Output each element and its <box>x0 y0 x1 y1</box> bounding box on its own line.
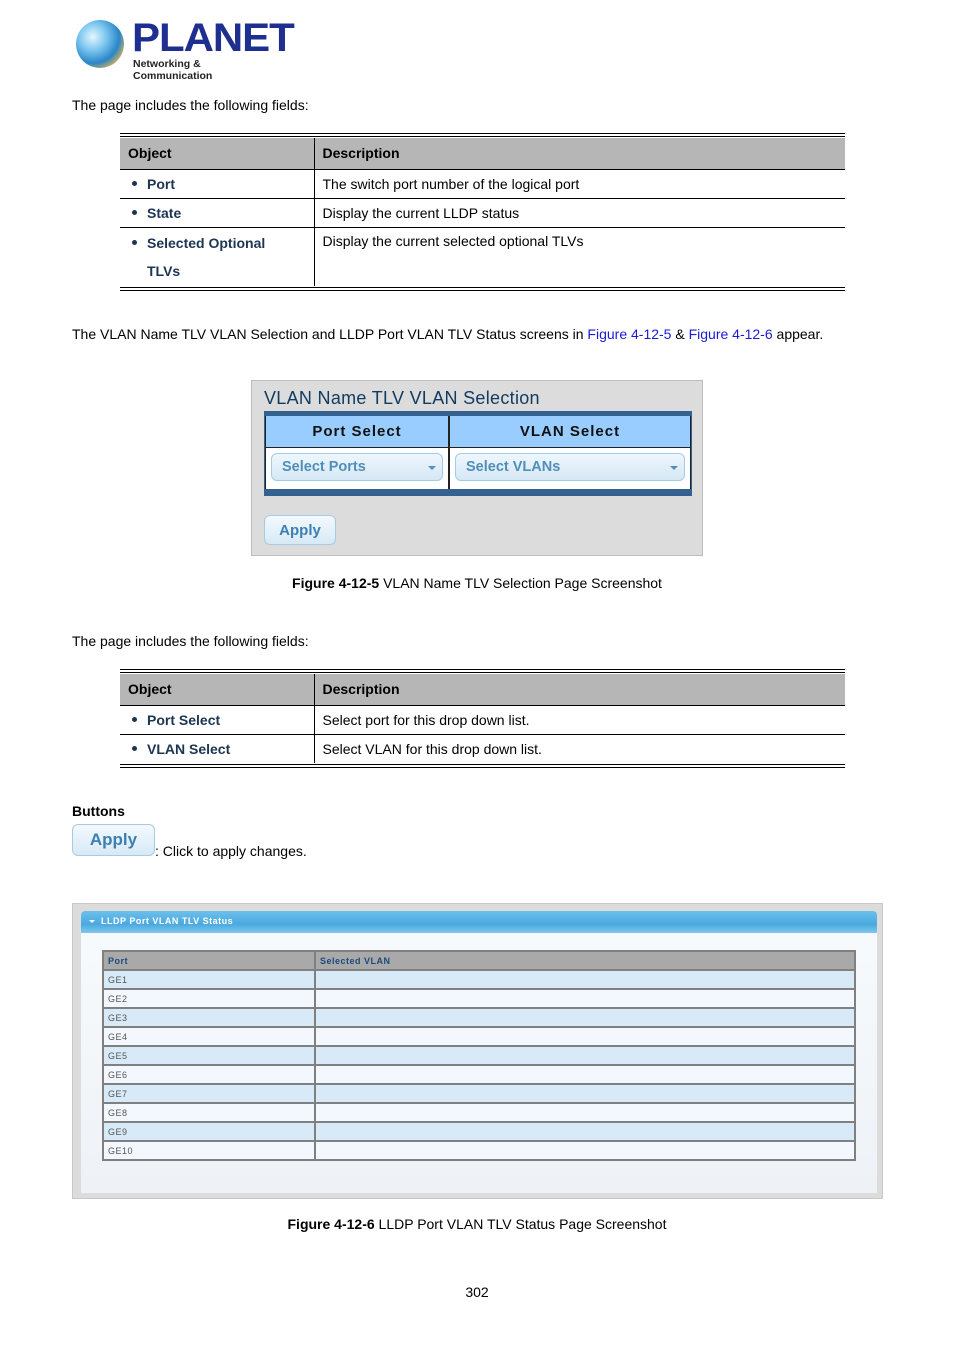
object-description: Select port for this drop down list. <box>314 704 845 734</box>
object-description: Display the current LLDP status <box>314 197 845 227</box>
port-cell: GE3 <box>102 1007 316 1028</box>
apply-button[interactable]: Apply <box>264 515 336 545</box>
object-description: The switch port number of the logical po… <box>314 168 845 198</box>
selected-vlan-cell <box>314 1083 856 1104</box>
figure-caption-5: Figure 4-12-5 VLAN Name TLV Selection Pa… <box>0 575 954 591</box>
selected-vlan-cell <box>314 1140 856 1161</box>
apply-description: : Click to apply changes. <box>155 843 307 859</box>
port-cell: GE8 <box>102 1102 316 1123</box>
table-row: GE8 <box>102 1102 856 1123</box>
object-name: Port Select <box>147 711 221 728</box>
buttons-heading: Buttons <box>72 803 125 819</box>
table-row: GE7 <box>102 1083 856 1104</box>
panel-title: VLAN Name TLV VLAN Selection <box>264 388 540 408</box>
object-name: Port <box>147 175 175 192</box>
header-description: Description <box>314 138 845 169</box>
port-cell: GE6 <box>102 1064 316 1085</box>
header-object: Object <box>120 674 315 705</box>
intro-text-2: The page includes the following fields: <box>72 633 309 649</box>
bullet-icon <box>132 180 137 186</box>
selected-vlan-cell <box>314 1007 856 1028</box>
figure-4-12-6-link[interactable]: Figure 4-12-6 <box>689 326 773 342</box>
bullet-icon <box>132 209 137 215</box>
text: & <box>671 326 689 342</box>
vlan-select-value: Select VLANs <box>466 459 561 475</box>
caption-label: Figure 4-12-6 <box>287 1216 375 1232</box>
caption-text: VLAN Name TLV Selection Page Screenshot <box>379 575 662 591</box>
port-select-dropdown[interactable]: Select Ports <box>271 453 443 481</box>
lldp-port-vlan-tlv-status-screenshot: LLDP Port VLAN TLV Status Port Selected … <box>72 903 883 1199</box>
port-select-header: Port Select <box>266 416 450 447</box>
figure-4-12-5-link[interactable]: Figure 4-12-5 <box>587 326 671 342</box>
table-row: Port Select Select port for this drop do… <box>120 704 845 734</box>
table-row: GE5 <box>102 1045 856 1066</box>
object-name: Selected Optional <box>147 234 266 251</box>
selected-vlan-cell <box>314 1026 856 1047</box>
object-name-cont: TLVs <box>147 262 181 279</box>
object-description: Display the current selected optional TL… <box>314 226 845 286</box>
collapse-icon[interactable] <box>89 919 95 923</box>
port-cell: GE2 <box>102 988 316 1009</box>
port-cell: GE1 <box>102 969 316 990</box>
selected-vlan-cell <box>314 988 856 1009</box>
header-object: Object <box>120 138 315 169</box>
planet-logo: PLANET Networking & Communication <box>76 16 295 82</box>
port-select-value: Select Ports <box>282 459 366 475</box>
object-description: Select VLAN for this drop down list. <box>314 733 845 763</box>
port-cell: GE9 <box>102 1121 316 1142</box>
vlan-select-header: VLAN Select <box>519 423 621 440</box>
figures-intro: The VLAN Name TLV VLAN Selection and LLD… <box>72 325 823 343</box>
selected-vlan-cell <box>314 1064 856 1085</box>
table-row: GE2 <box>102 988 856 1009</box>
table-row: GE9 <box>102 1121 856 1142</box>
header-description: Description <box>314 674 845 705</box>
status-table: Port Selected VLAN GE1 GE2 GE3 GE4 GE5 GE6 GE7… <box>102 950 856 1161</box>
header-selected-vlan: Selected VLAN <box>314 950 856 971</box>
table-row: State Display the current LLDP status <box>120 197 845 227</box>
bullet-icon <box>132 716 137 722</box>
fields-table-1: Object Description Port The switch port … <box>120 133 845 291</box>
table-row: GE4 <box>102 1026 856 1047</box>
vlan-name-tlv-selection-screenshot: VLAN Name TLV VLAN Selection Port Select… <box>251 380 703 556</box>
selection-table: Port Select VLAN Select Select Ports Sel… <box>264 411 692 496</box>
fields-table-2: Object Description Port Select Select po… <box>120 669 845 768</box>
table-row: VLAN Select Select VLAN for this drop do… <box>120 733 845 763</box>
logo-wordmark: PLANET <box>132 16 295 60</box>
bullet-icon <box>132 746 137 752</box>
header-port: Port <box>102 950 316 971</box>
vlan-select-dropdown[interactable]: Select VLANs <box>455 453 685 481</box>
caption-text: LLDP Port VLAN TLV Status Page Screensho… <box>374 1216 667 1232</box>
apply-button-example[interactable]: Apply <box>72 824 155 856</box>
table-row: Selected Optional TLVs Display the curren… <box>120 226 845 286</box>
table-row: GE3 <box>102 1007 856 1028</box>
panel-header[interactable]: LLDP Port VLAN TLV Status <box>81 911 877 933</box>
port-cell: GE10 <box>102 1140 316 1161</box>
selected-vlan-cell <box>314 1045 856 1066</box>
object-name: State <box>147 204 182 221</box>
chevron-down-icon <box>428 466 436 470</box>
selected-vlan-cell <box>314 1102 856 1123</box>
object-name: VLAN Select <box>147 740 231 757</box>
intro-text-1: The page includes the following fields: <box>72 97 309 113</box>
table-row: Port The switch port number of the logic… <box>120 168 845 198</box>
selected-vlan-cell <box>314 969 856 990</box>
page-number: 302 <box>465 1284 489 1300</box>
chevron-down-icon <box>670 466 678 470</box>
table-row: GE6 <box>102 1064 856 1085</box>
panel-title: LLDP Port VLAN TLV Status <box>101 916 234 926</box>
figure-caption-6: Figure 4-12-6 LLDP Port VLAN TLV Status … <box>0 1216 954 1232</box>
text: The VLAN Name TLV VLAN Selection and LLD… <box>72 326 588 342</box>
bullet-icon <box>132 239 137 245</box>
port-cell: GE5 <box>102 1045 316 1066</box>
logo-tagline: Networking & Communication <box>133 58 213 82</box>
selected-vlan-cell <box>314 1121 856 1142</box>
table-row: GE1 <box>102 969 856 990</box>
globe-icon <box>76 20 124 68</box>
port-cell: GE4 <box>102 1026 316 1047</box>
port-cell: GE7 <box>102 1083 316 1104</box>
caption-label: Figure 4-12-5 <box>292 575 380 591</box>
text: appear. <box>772 326 824 342</box>
table-row: GE10 <box>102 1140 856 1161</box>
